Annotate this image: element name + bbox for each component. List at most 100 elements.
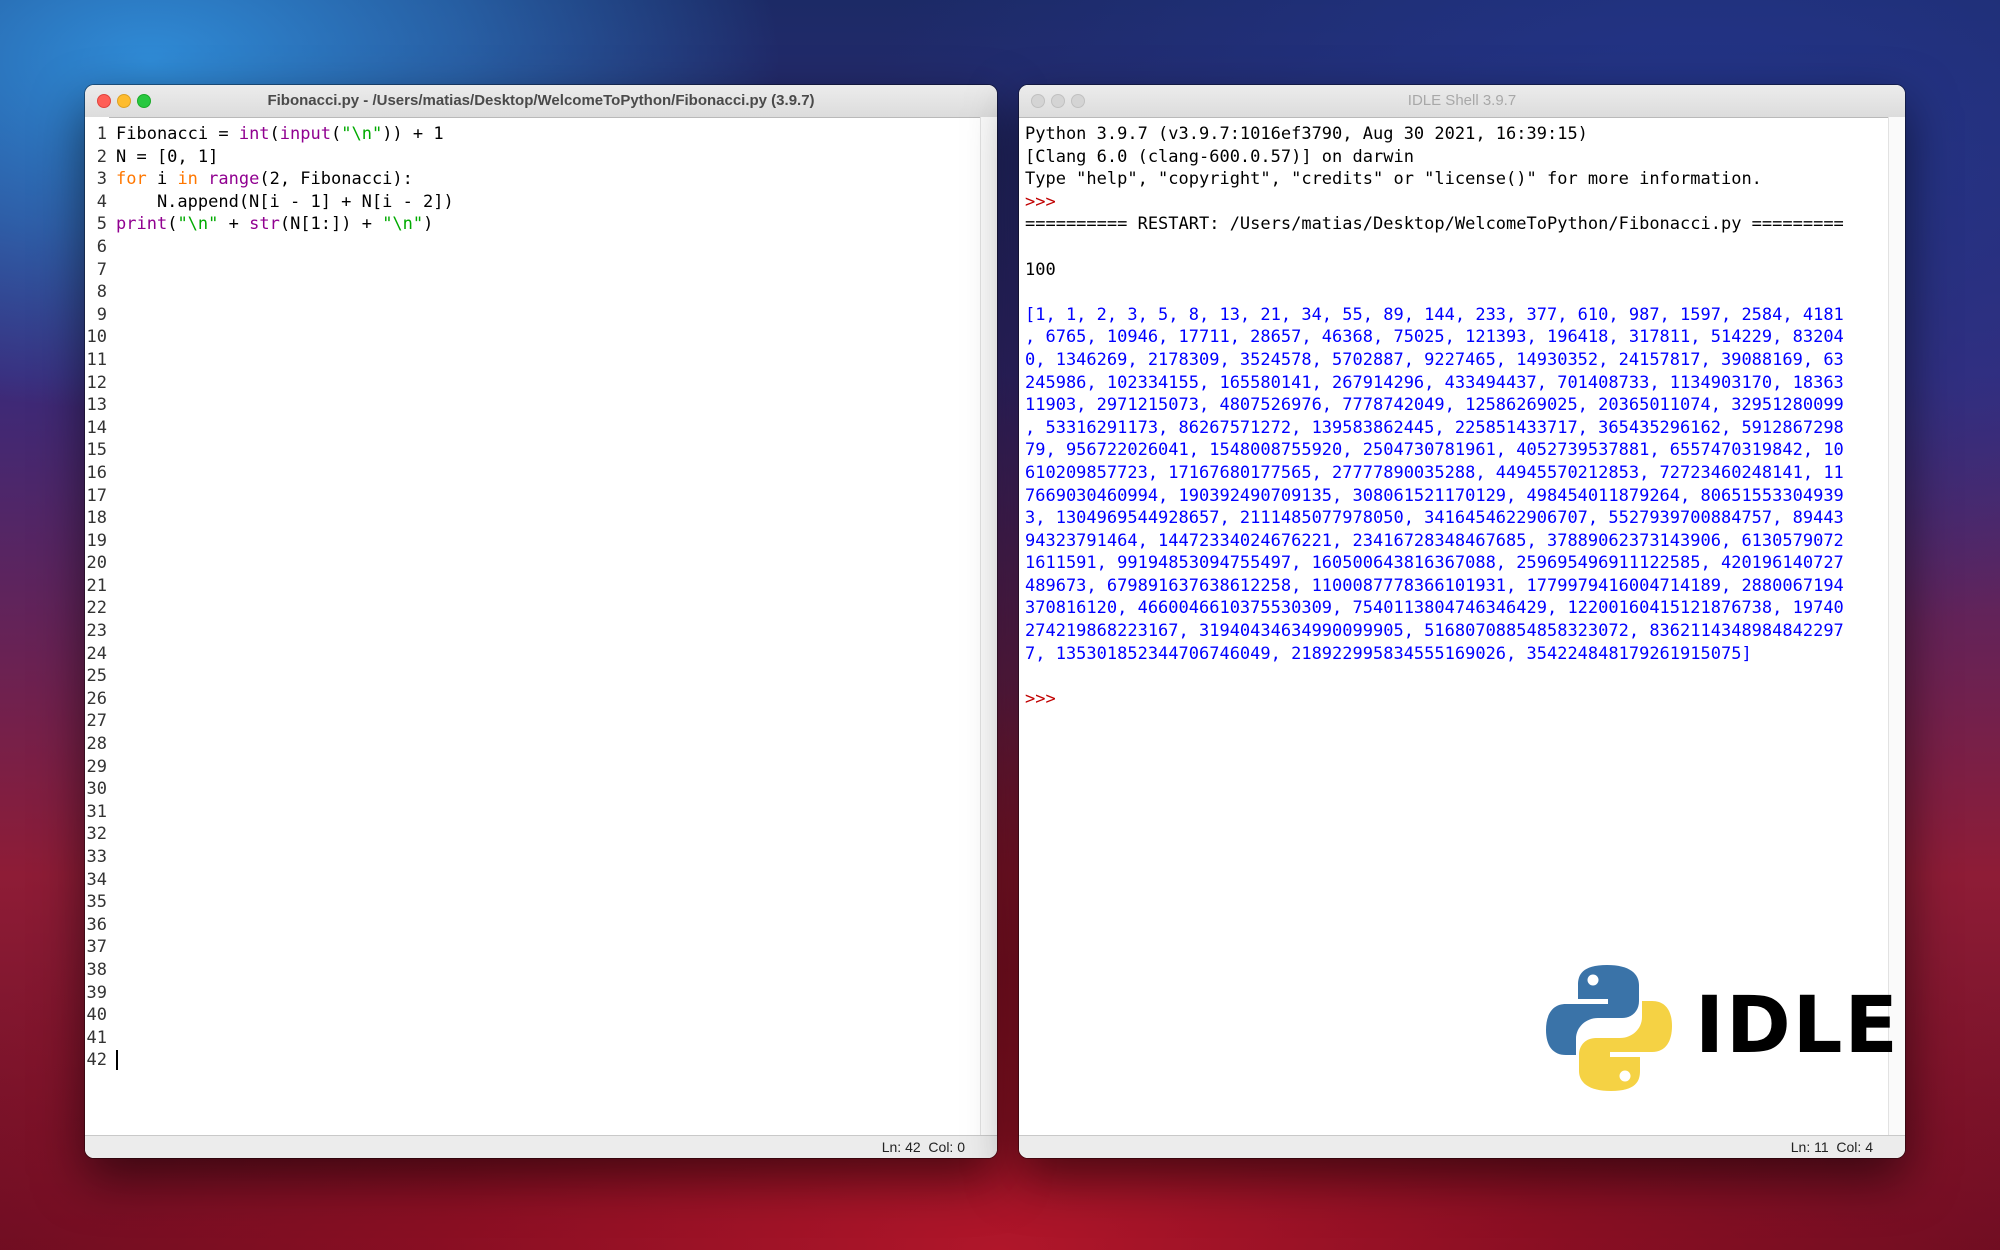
shell-line: , 6765, 10946, 17711, 28657, 46368, 7502… xyxy=(1025,327,1844,348)
code-line: for i in range(2, Fibonacci): xyxy=(116,168,981,191)
shell-line: Type "help", "copyright", "credits" or "… xyxy=(1025,169,1762,190)
line-number: 15 xyxy=(86,440,107,461)
line-number-gutter: 1 2 3 4 5 6 7 8 9 10 11 12 13 14 15 16 17 18 19 20 21 22 23 24 2… xyxy=(85,117,109,1136)
line-number: 19 xyxy=(86,530,107,551)
editor-statusbar: Ln: 42 Col: 0 xyxy=(85,1135,997,1158)
shell-line: 274219868223167, 31940434634990099905, 5… xyxy=(1025,621,1844,642)
code-token: i xyxy=(146,169,178,190)
code-token: )) + 1 xyxy=(382,124,444,144)
line-number: 27 xyxy=(86,711,107,732)
shell-line: Python 3.9.7 (v3.9.7:1016ef3790, Aug 30 … xyxy=(1025,124,1588,144)
editor-titlebar[interactable]: Fibonacci.py - /Users/matias/Desktop/Wel… xyxy=(85,85,997,118)
shell-line: [1, 1, 2, 3, 5, 8, 13, 21, 34, 55, 89, 1… xyxy=(1025,304,1844,325)
python-logo-icon xyxy=(1546,965,1672,1091)
shell-line: 245986, 102334155, 165580141, 267914296,… xyxy=(1025,372,1844,393)
line-number: 34 xyxy=(86,869,107,890)
line-number: 42 xyxy=(86,1050,107,1071)
code-token: N = [0, 1] xyxy=(116,146,219,167)
editor-status-position: Ln: 42 Col: 0 xyxy=(881,1139,965,1155)
line-number: 3 xyxy=(96,169,107,190)
line-number: 11 xyxy=(86,349,107,370)
line-number: 37 xyxy=(86,937,107,958)
code-line: N = [0, 1] xyxy=(116,146,981,169)
line-number: 29 xyxy=(86,756,107,777)
code-line: N.append(N[i - 1] + N[i - 2]) xyxy=(116,191,981,214)
code-token: ( xyxy=(167,214,178,235)
code-token: Fibonacci = xyxy=(116,124,239,144)
code-editor[interactable]: Fibonacci = int(input("\n")) + 1N = [0, … xyxy=(116,117,981,1136)
code-token: "\n" xyxy=(341,124,383,144)
editor-window[interactable]: Fibonacci.py - /Users/matias/Desktop/Wel… xyxy=(85,85,997,1158)
line-number: 21 xyxy=(86,575,107,596)
line-number: 18 xyxy=(86,508,107,529)
shell-line: 489673, 679891637638612258, 110008777836… xyxy=(1025,575,1844,596)
code-token: (N[1:]) + xyxy=(279,214,383,235)
shell-line: 94323791464, 14472334024676221, 23416728… xyxy=(1025,530,1844,551)
line-number: 40 xyxy=(86,1005,107,1026)
shell-line: 11903, 2971215073, 4807526976, 777874204… xyxy=(1025,395,1844,416)
line-number: 12 xyxy=(86,372,107,393)
editor-title: Fibonacci.py - /Users/matias/Desktop/Wel… xyxy=(267,92,815,109)
shell-title: IDLE Shell 3.9.7 xyxy=(1407,92,1517,109)
shell-statusbar: Ln: 11 Col: 4 xyxy=(1019,1135,1905,1158)
idle-logo-text: IDLE xyxy=(1695,981,1900,1071)
code-line: Fibonacci = int(input("\n")) + 1 xyxy=(116,123,981,146)
code-token: (2, Fibonacci): xyxy=(259,169,413,190)
line-number: 17 xyxy=(86,485,107,506)
line-number: 25 xyxy=(86,666,107,687)
line-number: 33 xyxy=(86,847,107,867)
line-number: 32 xyxy=(86,824,107,845)
line-number: 30 xyxy=(86,779,107,800)
code-token: print xyxy=(116,214,168,235)
code-token: for xyxy=(116,169,147,190)
shell-titlebar[interactable]: IDLE Shell 3.9.7 xyxy=(1019,85,1905,118)
line-number: 4 xyxy=(96,191,107,212)
shell-line: 610209857723, 17167680177565, 2777789003… xyxy=(1025,462,1844,483)
code-token: N.append(N[i - 1] + N[i - 2]) xyxy=(116,191,454,212)
line-number: 26 xyxy=(86,688,107,709)
line-number: 23 xyxy=(86,621,107,642)
line-number: 41 xyxy=(86,1027,107,1048)
code-token: ) xyxy=(423,214,434,235)
line-number: 24 xyxy=(86,643,107,664)
shell-status-position: Ln: 11 Col: 4 xyxy=(1790,1139,1873,1155)
shell-line: 0, 1346269, 2178309, 3524578, 5702887, 9… xyxy=(1025,349,1844,370)
line-number: 14 xyxy=(86,417,107,438)
line-number: 5 xyxy=(96,214,107,235)
code-token: int xyxy=(238,124,270,144)
shell-line: 79, 956722026041, 1548008755920, 2504730… xyxy=(1025,440,1844,461)
shell-line: 1611591, 99194853094755497, 160500643816… xyxy=(1025,553,1844,574)
line-number: 2 xyxy=(96,146,107,167)
code-line: print("\n" + str(N[1:]) + "\n") xyxy=(116,213,981,236)
idle-logo: IDLE xyxy=(1544,963,1898,1093)
line-number: 31 xyxy=(86,801,107,822)
shell-line: 3, 1304969544928657, 2111485077978050, 3… xyxy=(1025,508,1844,529)
editor-scrollbar[interactable] xyxy=(980,117,997,1136)
line-number: 13 xyxy=(86,395,107,416)
